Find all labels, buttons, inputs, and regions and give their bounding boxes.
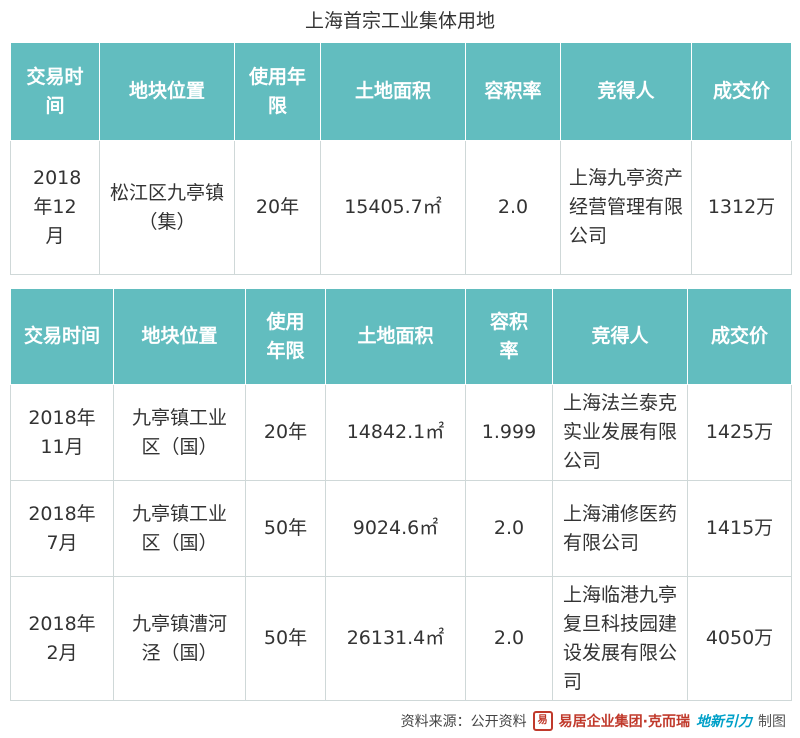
col-header-location: 地块位置	[99, 42, 235, 141]
page-title: 上海首宗工业集体用地	[304, 10, 495, 32]
cell-years: 20年	[234, 140, 321, 275]
col-header-buyer: 竞得人	[552, 288, 688, 385]
cell-buyer: 上海法兰泰克实业发展有限公司	[552, 384, 688, 481]
cell-price: 4050万	[687, 576, 792, 701]
cell-location: 松江区九亭镇（集）	[99, 140, 235, 275]
cell-location: 九亭镇工业区（国）	[113, 384, 246, 481]
table-header-row: 交易时间 地块位置 使用年限 土地面积 容积率 竞得人 成交价	[10, 42, 792, 141]
col-header-years: 使用年限	[234, 42, 321, 141]
cell-buyer: 上海临港九亭复旦科技园建设发展有限公司	[552, 576, 688, 701]
cell-area: 14842.1㎡	[325, 384, 466, 481]
col-header-area: 土地面积	[320, 42, 466, 141]
cell-years: 50年	[245, 480, 326, 577]
col-header-price: 成交价	[687, 288, 792, 385]
cell-buyer: 上海浦修医药有限公司	[552, 480, 688, 577]
table-row: 2018年12月 松江区九亭镇（集） 20年 15405.7㎡ 2.0 上海九亭…	[10, 140, 792, 275]
table-header-row: 交易时间 地块位置 使用年限 土地面积 容积率 竞得人 成交价	[10, 288, 792, 385]
cell-area: 26131.4㎡	[325, 576, 466, 701]
source-note: 资料来源：公开资料	[400, 714, 527, 730]
col-header-price: 成交价	[691, 42, 792, 141]
table-row: 2018年2月 九亭镇漕河泾（国） 50年 26131.4㎡ 2.0 上海临港九…	[10, 576, 792, 701]
cell-plot-ratio: 2.0	[465, 480, 553, 577]
col-header-years: 使用年限	[245, 288, 326, 385]
cell-location: 九亭镇工业区（国）	[113, 480, 246, 577]
footer: 资料来源：公开资料 易 易居企业集团·克而瑞 地新引力 制图	[401, 711, 786, 731]
cell-buyer: 上海九亭资产经营管理有限公司	[560, 140, 692, 275]
cell-plot-ratio: 2.0	[465, 140, 561, 275]
cell-time: 2018年11月	[10, 384, 114, 481]
cell-area: 9024.6㎡	[325, 480, 466, 577]
cell-time: 2018年12月	[10, 140, 100, 275]
cell-price: 1312万	[691, 140, 792, 275]
logo-seal-icon: 易	[532, 711, 553, 731]
col-header-time: 交易时间	[10, 288, 114, 385]
cell-years: 20年	[245, 384, 326, 481]
col-header-location: 地块位置	[113, 288, 246, 385]
cell-location: 九亭镇漕河泾（国）	[113, 576, 246, 701]
cell-price: 1415万	[687, 480, 792, 577]
logo-cric: 易居企业集团·克而瑞	[558, 714, 690, 730]
table-row: 2018年11月 九亭镇工业区（国） 20年 14842.1㎡ 1.999 上海…	[10, 384, 792, 481]
table-row: 2018年7月 九亭镇工业区（国） 50年 9024.6㎡ 2.0 上海浦修医药…	[10, 480, 792, 577]
col-header-plot-ratio: 容积率	[465, 288, 553, 385]
col-header-plot-ratio: 容积率	[465, 42, 561, 141]
cell-area: 15405.7㎡	[320, 140, 466, 275]
col-header-time: 交易时间	[10, 42, 100, 141]
table-collective-land: 交易时间 地块位置 使用年限 土地面积 容积率 竞得人 成交价 2018年12月…	[10, 42, 792, 275]
table-state-land: 交易时间 地块位置 使用年限 土地面积 容积率 竞得人 成交价 2018年11月…	[10, 288, 792, 701]
cell-time: 2018年2月	[10, 576, 114, 701]
cell-time: 2018年7月	[10, 480, 114, 577]
cell-price: 1425万	[687, 384, 792, 481]
logo-dixinyinli: 地新引力	[696, 714, 752, 730]
cell-plot-ratio: 2.0	[465, 576, 553, 701]
col-header-area: 土地面积	[325, 288, 466, 385]
cell-plot-ratio: 1.999	[465, 384, 553, 481]
col-header-buyer: 竞得人	[560, 42, 692, 141]
cell-years: 50年	[245, 576, 326, 701]
chart-credit: 制图	[758, 714, 786, 730]
